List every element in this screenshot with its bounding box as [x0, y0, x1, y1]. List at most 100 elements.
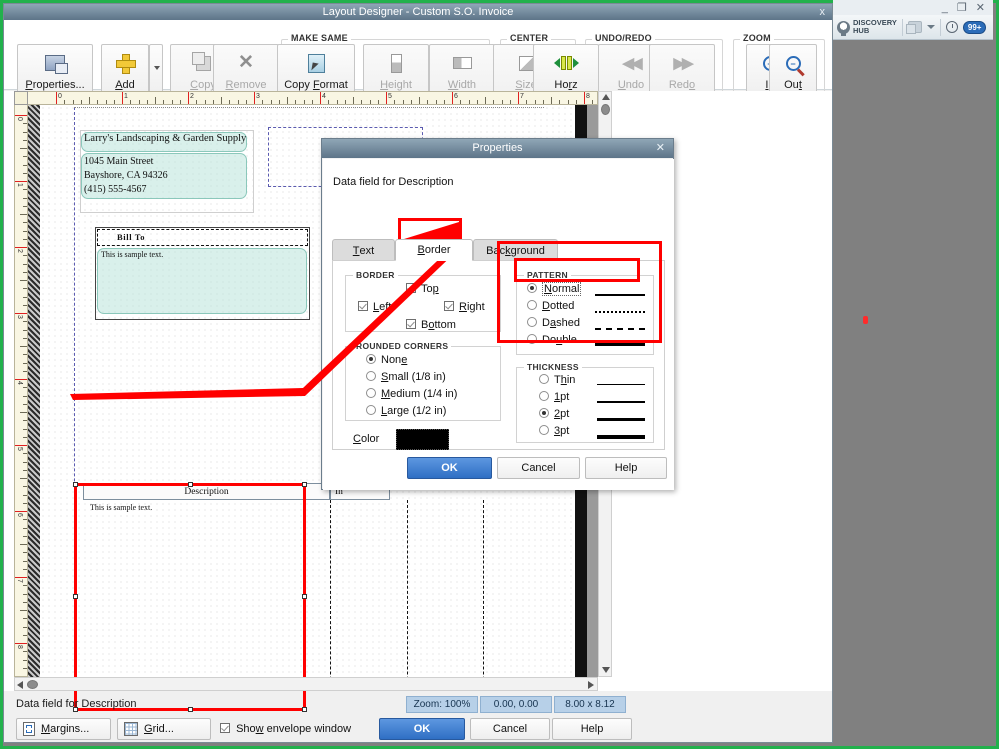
ruler-tick	[212, 100, 214, 104]
horizontal-ruler[interactable]: 0 1 2 3 4 5 6 7 8	[28, 91, 598, 105]
redo-button[interactable]: ▶▶ Redo	[649, 44, 715, 96]
ruler-tick	[23, 486, 27, 488]
checkbox-border-right-label: Right	[459, 301, 485, 313]
ruler-tick	[146, 100, 148, 104]
ruler-tick	[23, 453, 27, 455]
ruler-tick	[584, 92, 585, 104]
properties-button[interactable]: Properties...	[17, 44, 93, 96]
scroll-right-icon[interactable]	[588, 681, 594, 689]
show-envelope-label: Show envelope window	[236, 723, 352, 735]
dialog-cancel-button[interactable]: Cancel	[497, 457, 580, 479]
bill-to-sample-text: This is sample text.	[101, 250, 164, 259]
size-indicator[interactable]: 8.00 x 8.12	[554, 696, 626, 713]
add-dropdown-button[interactable]	[149, 44, 163, 96]
pattern-double-preview	[595, 342, 645, 346]
remove-button[interactable]: ✕ Remove	[213, 44, 279, 96]
grid-button[interactable]: Grid...	[117, 718, 211, 740]
dialog-close-icon[interactable]: ✕	[656, 139, 665, 158]
scroll-up-icon[interactable]	[602, 94, 610, 100]
ruler-tick	[23, 197, 27, 199]
ruler-tick	[435, 100, 437, 104]
horizontal-scrollbar[interactable]	[14, 677, 598, 691]
vertical-ruler[interactable]: 0 1 2 3 4 5 6 7 8	[14, 105, 28, 677]
ruler-tick	[105, 100, 107, 104]
ruler-tick	[518, 92, 519, 104]
ruler-tick	[23, 164, 27, 166]
ruler-tick	[575, 100, 577, 104]
radio-pattern-dashed[interactable]: Dashed	[527, 317, 580, 329]
make-same-height-button[interactable]: Height	[363, 44, 429, 96]
ruler-tick	[23, 123, 27, 125]
discovery-hub-button[interactable]: DISCOVERY HUB	[837, 19, 897, 36]
ruler-tick	[130, 100, 132, 104]
horizontal-scroll-thumb[interactable]	[27, 680, 38, 689]
resize-handle-e[interactable]	[302, 594, 307, 599]
ruler-tick	[386, 92, 387, 104]
minimize-icon[interactable]: _	[942, 2, 948, 14]
zoom-indicator[interactable]: Zoom: 100%	[406, 696, 478, 713]
group-label-make-same: MAKE SAME	[288, 33, 351, 43]
center-horz-button[interactable]: Horz	[533, 44, 599, 96]
help-button[interactable]: Help	[552, 718, 632, 740]
copy-format-button[interactable]: Copy Format	[277, 44, 355, 96]
app-window-controls[interactable]: _ ❐ ✕	[833, 0, 993, 15]
add-button[interactable]: Add	[101, 44, 149, 96]
resize-handle-w[interactable]	[73, 594, 78, 599]
copy-format-button-label: Copy Format	[284, 79, 348, 91]
chevron-down-icon	[154, 66, 160, 70]
tab-text[interactable]: Text	[332, 239, 395, 261]
checkbox-border-left[interactable]: Left	[358, 301, 391, 313]
close-icon[interactable]: x	[820, 4, 826, 20]
radio-thickness-1pt[interactable]: 1pt	[539, 391, 569, 403]
radio-thickness-2pt[interactable]: 2pt	[539, 408, 569, 420]
chat-icon[interactable]	[905, 21, 922, 34]
dialog-ok-button[interactable]: OK	[407, 457, 492, 479]
radio-corners-large[interactable]: Large (1/2 in)	[366, 405, 446, 417]
checkbox-border-right[interactable]: Right	[444, 301, 485, 313]
resize-handle-n[interactable]	[188, 482, 193, 487]
pattern-dotted-preview	[595, 311, 645, 313]
scroll-left-icon[interactable]	[17, 681, 23, 689]
radio-pattern-dotted[interactable]: Dotted	[527, 300, 574, 312]
checkbox-border-top[interactable]: Top	[406, 283, 439, 295]
zoom-out-button[interactable]: − Out	[769, 44, 817, 96]
tab-background[interactable]: Bac k ground	[473, 239, 558, 261]
radio-corners-small[interactable]: Small (1/8 in)	[366, 371, 446, 383]
notification-badge[interactable]: 99+	[962, 20, 987, 34]
radio-thickness-3pt[interactable]: 3pt	[539, 425, 569, 437]
ruler-tick	[15, 313, 27, 314]
radio-pattern-normal[interactable]: Normal	[527, 282, 582, 296]
radio-dot	[366, 354, 376, 364]
checkbox-border-bottom[interactable]: Bottom	[406, 319, 456, 331]
radio-dot	[366, 388, 376, 398]
color-swatch[interactable]	[396, 429, 449, 450]
size-icon	[518, 51, 534, 75]
column-divider-3	[483, 500, 484, 677]
radio-corners-medium[interactable]: Medium (1/4 in)	[366, 388, 457, 400]
ruler-tick	[567, 100, 569, 104]
vertical-scroll-thumb[interactable]	[601, 104, 610, 115]
cursor-indicator	[863, 316, 868, 324]
ruler-tick	[592, 100, 594, 104]
cancel-button[interactable]: Cancel	[470, 718, 550, 740]
scroll-down-icon[interactable]	[602, 667, 610, 673]
margins-button[interactable]: Margins...	[16, 718, 111, 740]
ruler-number: 8	[586, 93, 590, 100]
restore-icon[interactable]: ❐	[957, 1, 967, 14]
clock-icon[interactable]	[945, 21, 958, 33]
radio-thickness-thin[interactable]: Thin	[539, 374, 575, 386]
radio-pattern-double[interactable]: Double	[527, 334, 577, 346]
resize-handle-ne[interactable]	[302, 482, 307, 487]
resize-handle-nw[interactable]	[73, 482, 78, 487]
ok-button[interactable]: OK	[379, 718, 465, 740]
tab-border[interactable]: Border	[395, 239, 473, 261]
make-same-width-button[interactable]: Width	[429, 44, 495, 96]
show-envelope-checkbox[interactable]: Show envelope window	[220, 723, 351, 735]
app-close-icon[interactable]: ✕	[976, 1, 985, 14]
chevron-down-icon[interactable]	[926, 25, 935, 29]
ruler-tick	[23, 263, 27, 265]
position-indicator[interactable]: 0.00, 0.00	[480, 696, 552, 713]
height-button-label: Height	[380, 79, 412, 91]
radio-corners-none[interactable]: None	[366, 354, 407, 366]
dialog-help-button[interactable]: Help	[585, 457, 667, 479]
